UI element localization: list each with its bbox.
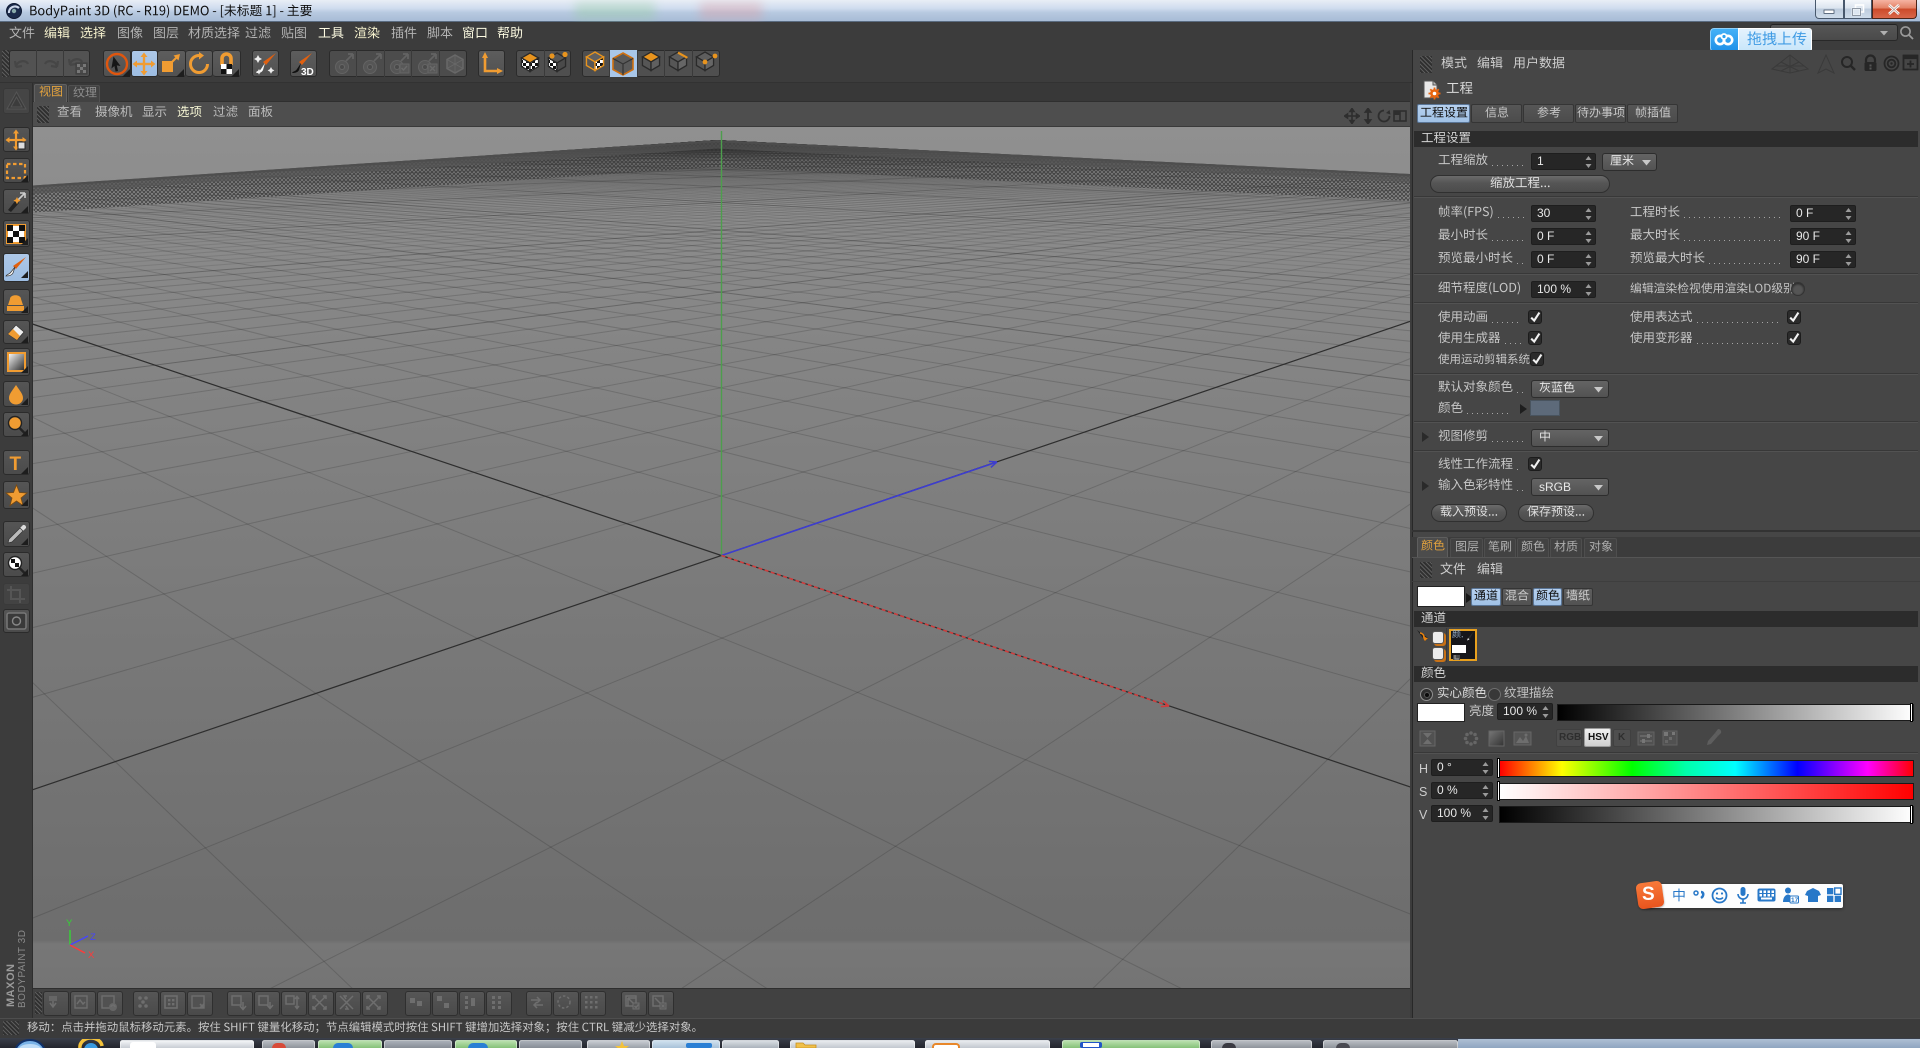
- svg-text:Y: Y: [66, 918, 73, 929]
- svg-text:3D: 3D: [301, 67, 314, 77]
- svg-text:Z: Z: [90, 932, 96, 943]
- svg-text:17: 17: [1791, 897, 1799, 904]
- svg-text:X: X: [88, 950, 95, 961]
- svg-text:T: T: [10, 454, 22, 475]
